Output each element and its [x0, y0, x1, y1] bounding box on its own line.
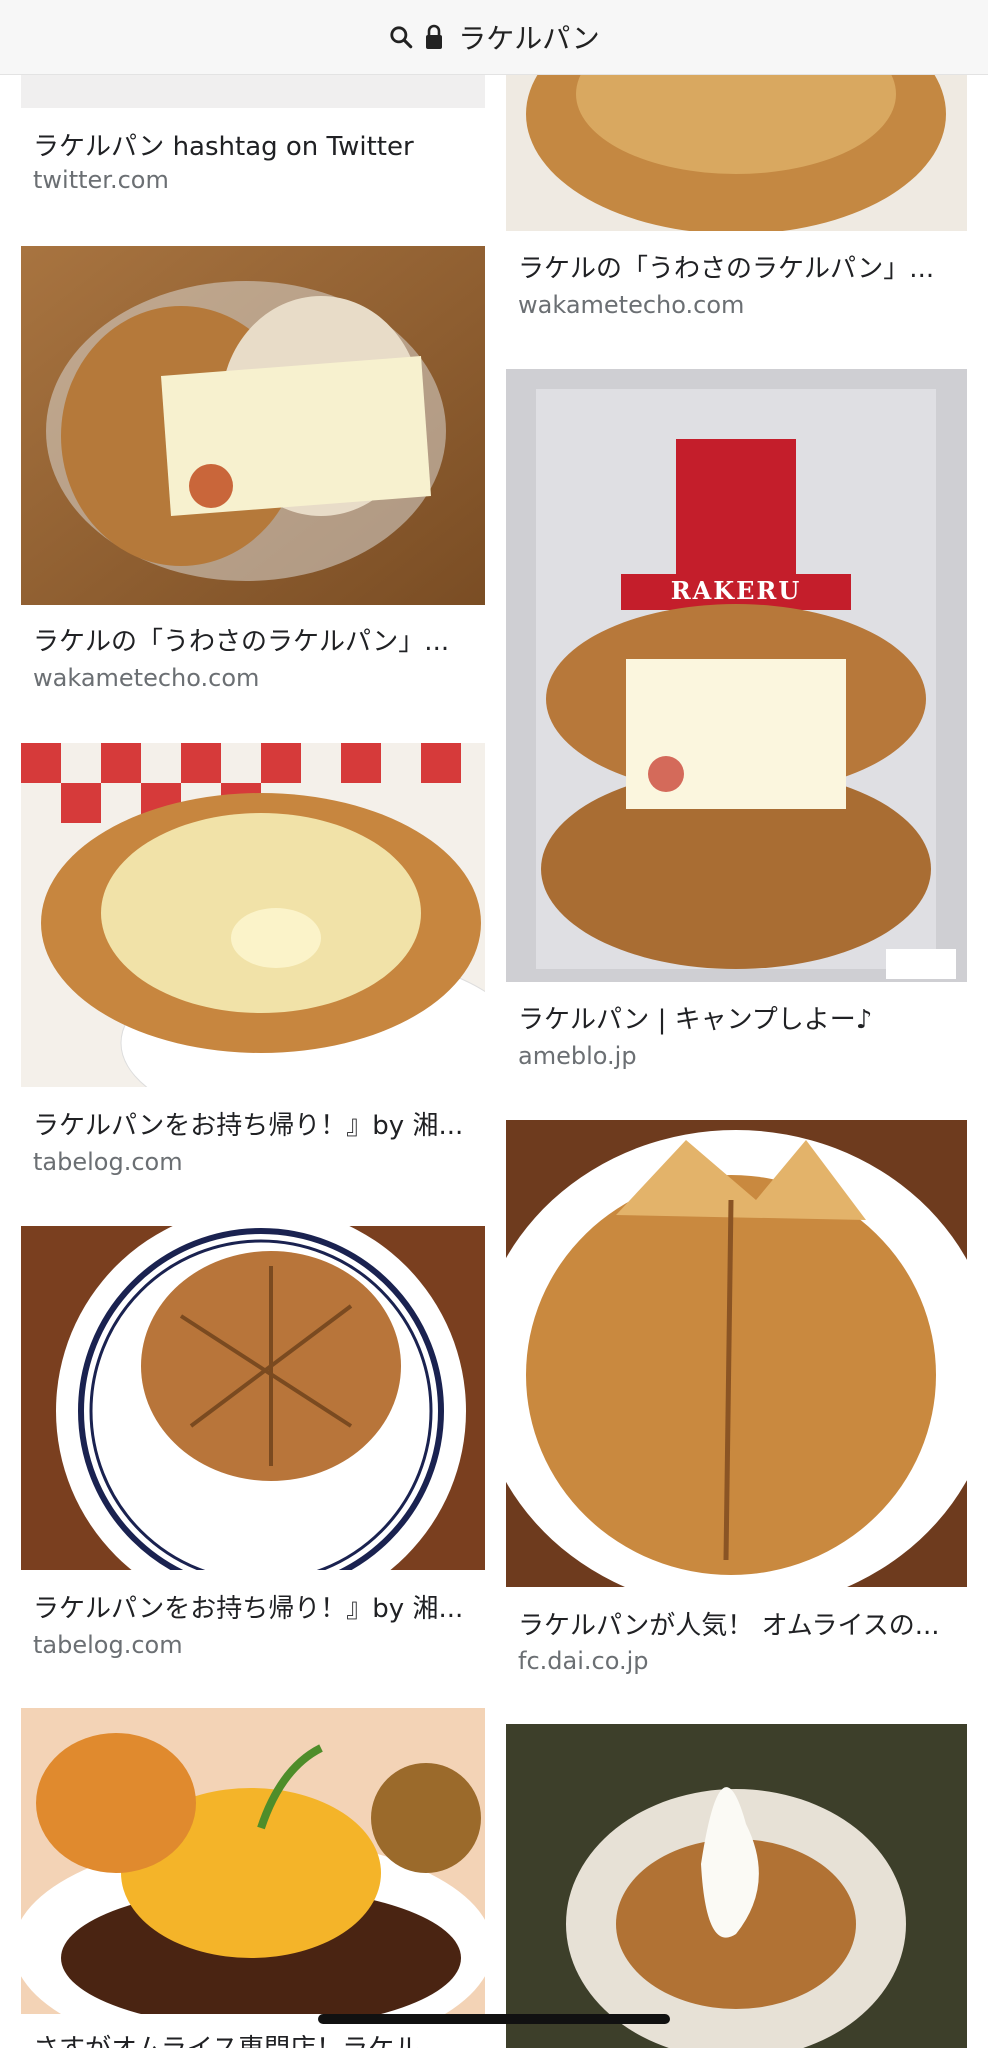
result-image[interactable] [21, 1226, 485, 1570]
result-card[interactable]: ラケルパンをお持ち帰り！』by 湘... tabelog.com [21, 743, 485, 1183]
result-title[interactable]: ラケルパンをお持ち帰り！』by 湘... [33, 1588, 475, 1625]
result-card[interactable]: ラケルの「うわさのラケルパン」... wakametecho.com [21, 246, 485, 701]
result-image[interactable] [21, 74, 485, 108]
result-site: ameblo.jp [518, 1042, 637, 1070]
search-query: ラケルパン [458, 22, 600, 55]
result-site: tabelog.com [33, 1148, 183, 1176]
result-title[interactable]: ラケルパンが人気！ オムライスの... [518, 1605, 957, 1642]
result-card[interactable]: ラケルパン hashtag on Twitter twitter.com [21, 74, 485, 224]
home-indicator[interactable] [318, 2014, 670, 2024]
lock-icon [424, 24, 444, 50]
result-image[interactable]: RAKERU [506, 369, 967, 982]
address-bar[interactable]: ラケルパン [0, 0, 988, 75]
result-card[interactable]: ラケルの「うわさのラケルパン」... wakametecho.com [506, 74, 967, 336]
result-card[interactable] [506, 1724, 967, 2048]
result-title[interactable]: ラケルパンをお持ち帰り！』by 湘... [33, 1105, 475, 1142]
result-site: wakametecho.com [518, 291, 745, 319]
result-title[interactable]: ラケルパン hashtag on Twitter [33, 126, 475, 163]
result-site: wakametecho.com [33, 664, 260, 692]
result-card[interactable]: ラケルパンが人気！ オムライスの... fc.dai.co.jp [506, 1120, 967, 1680]
result-image[interactable] [21, 743, 485, 1087]
result-image[interactable] [506, 74, 967, 231]
result-image[interactable] [506, 1120, 967, 1587]
result-title[interactable]: ラケルパン | キャンプしよー♪ [518, 999, 957, 1036]
result-image[interactable] [21, 1708, 485, 2014]
result-title[interactable]: ラケルの「うわさのラケルパン」... [33, 621, 475, 658]
result-title[interactable]: ラケルの「うわさのラケルパン」... [518, 248, 957, 285]
result-title[interactable]: さすがオムライス専門店！ラケル... [33, 2028, 475, 2048]
result-site: tabelog.com [33, 1631, 183, 1659]
result-card[interactable]: さすがオムライス専門店！ラケル... [21, 1708, 485, 2048]
package-brand-label: RAKERU [670, 576, 802, 605]
result-card[interactable]: RAKERU ラケルパン | キャンプしよー♪ ameblo.jp [506, 369, 967, 1079]
result-site: fc.dai.co.jp [518, 1647, 649, 1675]
result-card[interactable]: ラケルパンをお持ち帰り！』by 湘... tabelog.com [21, 1226, 485, 1666]
result-site: twitter.com [33, 166, 169, 194]
result-image[interactable] [506, 1724, 967, 2048]
result-image[interactable] [21, 246, 485, 605]
search-icon [388, 24, 414, 50]
